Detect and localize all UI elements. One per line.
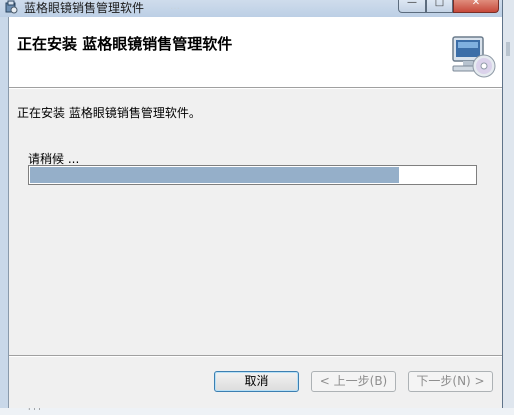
installer-client-area: 正在安装 蓝格眼镜销售管理软件 正在安装 蓝格眼镜销售管理软件。 请稍候 ...… [8, 17, 502, 408]
minimize-icon: — [407, 0, 417, 8]
page-title: 正在安装 蓝格眼镜销售管理软件 [17, 35, 233, 53]
title-bar[interactable]: 蓝格眼镜销售管理软件 … — □ ✕ [0, 0, 502, 17]
installer-window: 蓝格眼镜销售管理软件 … — □ ✕ 正在安装 蓝格眼镜销售管理软件 正在安装 … [0, 0, 503, 408]
install-progress-bar [28, 165, 477, 185]
progress-fill [30, 167, 400, 183]
minimize-button[interactable]: — [398, 0, 426, 13]
banner-separator [9, 88, 502, 89]
header-banner: 正在安装 蓝格眼镜销售管理软件 [9, 17, 502, 88]
footer-separator-highlight [9, 356, 502, 357]
computer-cd-icon [452, 36, 496, 78]
title-ghost-text: … [170, 1, 180, 12]
next-button[interactable]: 下一步(N) > [408, 371, 493, 392]
window-title: 蓝格眼镜销售管理软件 [24, 1, 145, 15]
desktop-fragment [506, 42, 510, 56]
maximize-icon: □ [434, 0, 445, 8]
taskbar-fragment-text: · · · [28, 405, 41, 414]
taskbar-fragment: · · · [0, 405, 514, 415]
back-button[interactable]: < 上一步(B) [311, 371, 396, 392]
status-text: 正在安装 蓝格眼镜销售管理软件。 [17, 106, 201, 120]
installer-app-icon [5, 0, 18, 14]
cancel-button[interactable]: 取消 [214, 371, 299, 392]
close-button[interactable]: ✕ [453, 0, 499, 13]
maximize-button[interactable]: □ [426, 0, 453, 13]
close-icon: ✕ [471, 0, 481, 8]
desktop-background-strip [503, 0, 514, 415]
